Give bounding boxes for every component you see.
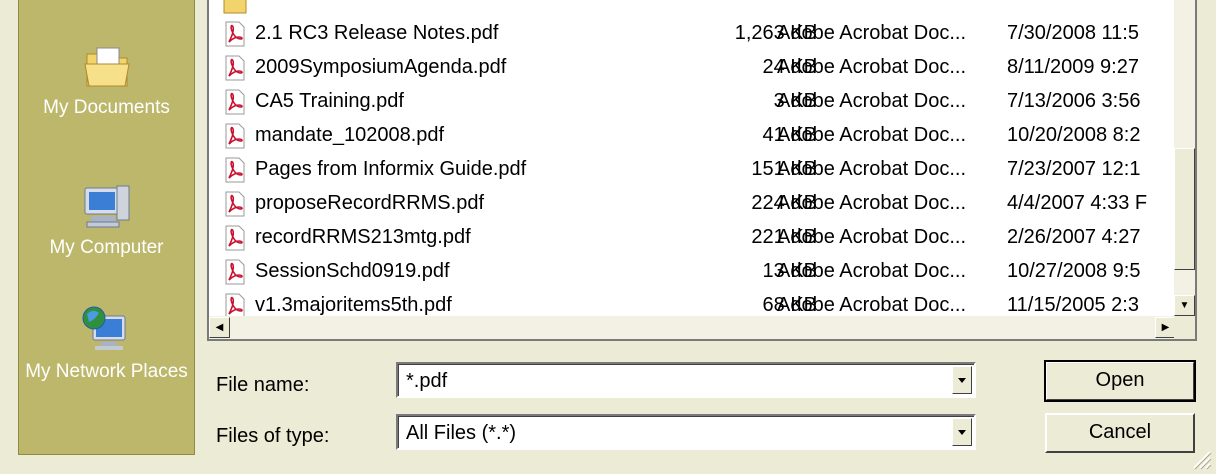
my-documents-icon (83, 47, 130, 87)
file-name-cell: v1.3majoritems5th.pdf (255, 294, 452, 316)
place-label: My Network Places (25, 361, 188, 382)
list-item-folder-partial[interactable] (209, 0, 1176, 18)
chevron-down-icon (958, 430, 966, 435)
pdf-file-icon (223, 21, 247, 47)
horizontal-scrollbar[interactable]: ◀ ▶ (209, 316, 1176, 339)
my-network-places-icon (82, 306, 125, 350)
pdf-file-icon (223, 191, 247, 217)
file-name-cell: SessionSchd0919.pdf (255, 260, 450, 282)
file-type-cell: Adobe Acrobat Doc... (777, 124, 967, 146)
places-bar: My Documents My Computer My Network Plac… (18, 0, 195, 455)
file-date-cell: 7/13/2006 3:56 (1007, 90, 1141, 112)
list-item[interactable]: mandate_102008.pdf 41 KB Adobe Acrobat Doc… (209, 120, 1176, 152)
file-date-cell: 11/15/2005 2:3 (1007, 294, 1139, 316)
resize-grip-icon[interactable] (1188, 446, 1212, 470)
file-name-cell: 2.1 RC3 Release Notes.pdf (255, 22, 499, 44)
place-my-documents[interactable]: My Documents (19, 44, 194, 120)
place-label: My Documents (43, 97, 170, 118)
scrollbar-corner (1174, 316, 1195, 339)
list-item[interactable]: Pages from Informix Guide.pdf 151 KB Adobe… (209, 154, 1176, 186)
file-date-cell: 7/23/2007 12:1 (1007, 158, 1141, 180)
files-of-type-value: All Files (*.*) (406, 422, 517, 444)
pdf-file-icon (223, 89, 247, 115)
file-list: 2.1 RC3 Release Notes.pdf 1,263 KB Adobe A… (209, 0, 1176, 316)
file-type-cell: Adobe Acrobat Doc... (777, 260, 967, 282)
file-type-cell: Adobe Acrobat Doc... (777, 158, 967, 180)
scroll-right-button[interactable]: ▶ (1155, 317, 1176, 338)
chevron-down-icon (958, 378, 966, 383)
file-name-dropdown-button[interactable] (952, 366, 972, 394)
file-date-cell: 4/4/2007 4:33 F (1007, 192, 1148, 214)
file-list-view[interactable]: 2.1 RC3 Release Notes.pdf 1,263 KB Adobe A… (207, 0, 1197, 341)
place-label: My Computer (49, 237, 164, 258)
files-of-type-label: Files of type: (216, 425, 330, 447)
scroll-left-button[interactable]: ◀ (209, 317, 230, 338)
pdf-file-icon (223, 259, 247, 285)
list-item[interactable]: recordRRMS213mtg.pdf 221 KB Adobe Acrobat … (209, 222, 1176, 254)
file-name-cell: mandate_102008.pdf (255, 124, 445, 146)
pdf-file-icon (223, 293, 247, 316)
file-name-combobox[interactable]: *.pdf (396, 362, 976, 398)
file-name-cell: 2009SymposiumAgenda.pdf (255, 56, 507, 78)
list-item[interactable]: v1.3majoritems5th.pdf 68 KB Adobe Acrobat … (209, 290, 1176, 316)
file-date-cell: 2/26/2007 4:27 (1007, 226, 1141, 248)
open-button[interactable]: Open (1044, 360, 1196, 402)
scroll-down-button[interactable]: ▼ (1174, 295, 1195, 316)
pdf-file-icon (223, 157, 247, 183)
cancel-button[interactable]: Cancel (1045, 413, 1195, 453)
file-date-cell: 10/27/2008 9:5 (1007, 260, 1141, 282)
files-of-type-select[interactable]: All Files (*.*) (396, 414, 976, 450)
my-computer-icon (84, 185, 129, 228)
file-name-cell: CA5 Training.pdf (255, 90, 404, 112)
list-item[interactable]: proposeRecordRRMS.pdf 224 KB Adobe Acrobat… (209, 188, 1176, 220)
file-type-cell: Adobe Acrobat Doc... (777, 22, 967, 44)
file-date-cell: 10/20/2008 8:2 (1007, 124, 1141, 146)
file-type-cell: Adobe Acrobat Doc... (777, 192, 967, 214)
files-of-type-dropdown-button[interactable] (952, 418, 972, 446)
folder-icon (223, 0, 247, 15)
file-type-cell: Adobe Acrobat Doc... (777, 90, 967, 112)
list-item[interactable]: SessionSchd0919.pdf 13 KB Adobe Acrobat Do… (209, 256, 1176, 288)
list-item[interactable]: 2009SymposiumAgenda.pdf 24 KB Adobe Acroba… (209, 52, 1176, 84)
file-date-cell: 7/30/2008 11:5 (1007, 22, 1139, 44)
file-name-input[interactable]: *.pdf (406, 370, 447, 393)
file-type-cell: Adobe Acrobat Doc... (777, 56, 967, 78)
arrow-down-icon: ▼ (1179, 300, 1190, 311)
place-my-network-places[interactable]: My Network Places (19, 304, 194, 384)
file-date-cell: 8/11/2009 9:27 (1007, 56, 1139, 78)
pdf-file-icon (223, 123, 247, 149)
file-name-label: File name: (216, 374, 310, 396)
list-item[interactable]: CA5 Training.pdf 3 KB Adobe Acrobat Doc...… (209, 86, 1176, 118)
vertical-scrollbar[interactable]: ▼ (1174, 0, 1195, 316)
arrow-left-icon: ◀ (215, 322, 224, 333)
arrow-right-icon: ▶ (1161, 322, 1170, 333)
file-name-cell: proposeRecordRRMS.pdf (255, 192, 484, 214)
file-type-cell: Adobe Acrobat Doc... (777, 294, 967, 316)
pdf-file-icon (223, 55, 247, 81)
list-item[interactable]: 2.1 RC3 Release Notes.pdf 1,263 KB Adobe A… (209, 18, 1176, 50)
place-my-computer[interactable]: My Computer (19, 182, 194, 260)
file-name-cell: Pages from Informix Guide.pdf (255, 158, 527, 180)
file-type-cell: Adobe Acrobat Doc... (777, 226, 967, 248)
vertical-scroll-thumb[interactable] (1174, 148, 1195, 270)
file-name-cell: recordRRMS213mtg.pdf (255, 226, 471, 248)
pdf-file-icon (223, 225, 247, 251)
